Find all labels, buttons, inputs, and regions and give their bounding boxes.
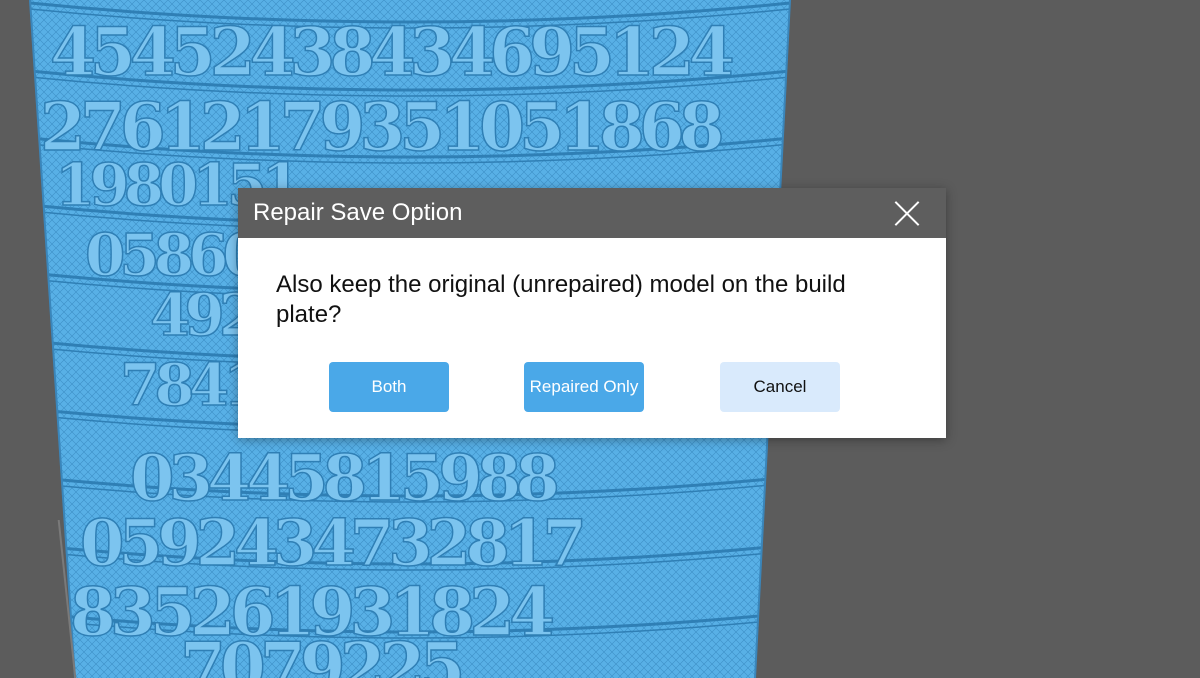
model-digit-row: 05860 bbox=[85, 221, 260, 289]
model-digit-row: 0592434732817 bbox=[80, 506, 582, 581]
model-digit-row: 7079225 bbox=[180, 628, 461, 678]
repaired-only-button[interactable]: Repaired Only bbox=[524, 362, 644, 412]
both-button[interactable]: Both bbox=[329, 362, 449, 412]
dialog-message: Also keep the original (unrepaired) mode… bbox=[276, 271, 846, 328]
cancel-button[interactable]: Cancel bbox=[720, 362, 840, 412]
model-digit-row: 45452438434695124 bbox=[50, 13, 733, 91]
close-icon[interactable] bbox=[894, 200, 920, 226]
repair-save-dialog: Repair Save Option Also keep the origina… bbox=[238, 188, 946, 438]
dialog-titlebar[interactable]: Repair Save Option bbox=[238, 188, 946, 238]
dialog-title: Repair Save Option bbox=[253, 199, 463, 226]
model-digit-row: 03445815988 bbox=[130, 441, 557, 516]
